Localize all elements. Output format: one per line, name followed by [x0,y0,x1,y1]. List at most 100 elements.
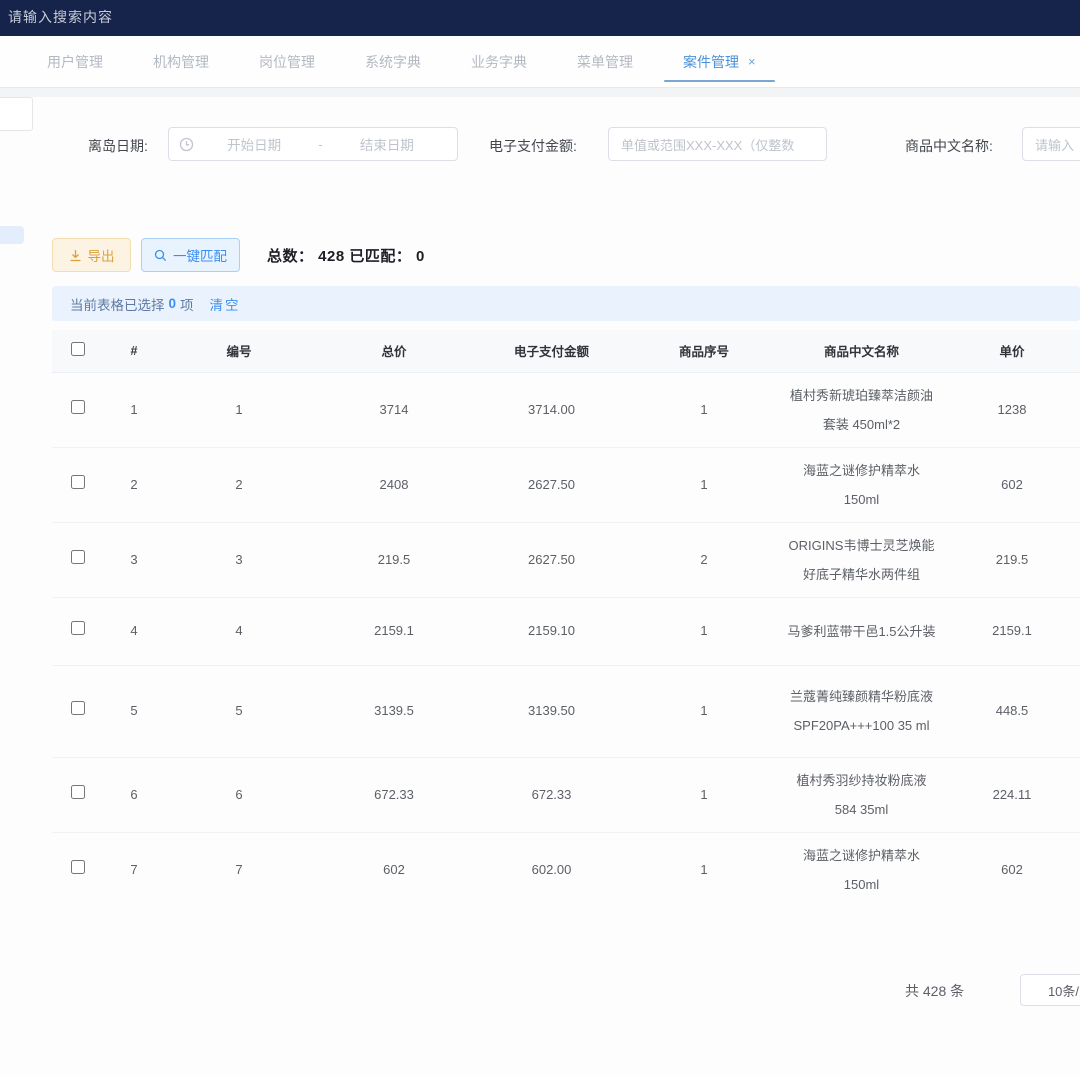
tab-label: 机构管理 [153,52,209,72]
tab-item[interactable]: 用户管理 [22,36,128,88]
cell-epay: 3139.50 [474,665,629,757]
cell-code: 1 [164,372,314,447]
epay-amount-input[interactable]: 单值或范围XXX-XXX（仅整数 [608,127,827,161]
tab-label: 案件管理 [683,52,739,72]
cell-code: 3 [164,522,314,597]
row-select-cell [52,522,104,597]
page-size-select[interactable]: 10条/页 [1020,974,1080,1006]
cell-code: 2 [164,447,314,522]
clock-icon [179,137,194,152]
select-all-checkbox[interactable] [71,342,85,356]
row-select-cell [52,447,104,522]
cell-total: 219.5 [314,522,474,597]
cell-unit: 2159.1 [944,597,1080,665]
tab-item[interactable]: 岗位管理 [234,36,340,88]
col-index: # [104,330,164,372]
cell-total: 672.33 [314,757,474,832]
col-product-seq: 商品序号 [629,330,779,372]
one-click-match-button[interactable]: 一键匹配 [141,238,240,272]
cell-seq: 1 [629,832,779,905]
col-product-name: 商品中文名称 [779,330,944,372]
cell-unit: 1238 [944,372,1080,447]
selection-prefix: 当前表格已选择 [70,294,165,314]
export-button-label: 导出 [88,245,115,265]
cell-unit: 448.5 [944,665,1080,757]
row-select-cell [52,832,104,905]
clear-selection-link[interactable]: 清空 [210,294,241,314]
cell-total: 3714 [314,372,474,447]
cell-total: 3139.5 [314,665,474,757]
cell-total: 602 [314,832,474,905]
table-row: 442159.12159.101马爹利蓝带干邑1.5公升装2159.1 [52,597,1080,665]
cell-code: 7 [164,832,314,905]
table-row: 66672.33672.331植村秀羽纱持妆粉底液 584 35ml224.11 [52,757,1080,832]
cell-seq: 1 [629,447,779,522]
pagination-total: 共 428 条 [905,981,964,1001]
row-checkbox[interactable] [71,785,85,799]
cell-epay: 672.33 [474,757,629,832]
tab-item[interactable]: 菜单管理 [552,36,658,88]
cell-name: 植村秀新琥珀臻萃洁颜油套装 450ml*2 [779,372,944,447]
table-row: 33219.52627.502ORIGINS韦博士灵芝焕能好底子精华水两件组21… [52,522,1080,597]
row-checkbox[interactable] [71,475,85,489]
cell-idx: 4 [104,597,164,665]
global-search-input[interactable]: 请输入搜索内容 [8,7,113,27]
epay-amount-label: 电子支付金额: [489,136,577,156]
export-button[interactable]: 导出 [52,238,131,272]
cell-idx: 3 [104,522,164,597]
selection-count: 0 [165,296,181,311]
tab-label: 岗位管理 [259,52,315,72]
cell-seq: 1 [629,757,779,832]
cell-name: 植村秀羽纱持妆粉底液 584 35ml [779,757,944,832]
tab-item[interactable]: 系统字典 [340,36,446,88]
clipped-button-fragment [0,226,24,244]
tab-close-icon[interactable]: × [748,55,756,68]
tab-item[interactable]: 案件管理 × [658,36,781,88]
table-row: 77602602.001海蓝之谜修护精萃水 150ml602 [52,832,1080,905]
date-range-picker[interactable]: 开始日期 - 结束日期 [168,127,458,161]
download-icon [69,249,82,262]
row-checkbox[interactable] [71,860,85,874]
cell-epay: 2627.50 [474,447,629,522]
cell-epay: 2627.50 [474,522,629,597]
end-date-input[interactable]: 结束日期 [327,134,447,154]
cell-unit: 224.11 [944,757,1080,832]
selection-suffix: 项 [180,294,194,314]
cell-unit: 602 [944,447,1080,522]
row-checkbox[interactable] [71,400,85,414]
table-row: 2224082627.501海蓝之谜修护精萃水 150ml602 [52,447,1080,522]
col-epay-amount: 电子支付金额 [474,330,629,372]
row-checkbox[interactable] [71,550,85,564]
tab-item[interactable]: 业务字典 [446,36,552,88]
cell-epay: 3714.00 [474,372,629,447]
cell-seq: 1 [629,372,779,447]
tab-label: 用户管理 [47,52,103,72]
row-select-cell [52,665,104,757]
cell-name: 海蓝之谜修护精萃水 150ml [779,447,944,522]
cell-seq: 1 [629,665,779,757]
depart-date-label: 离岛日期: [88,136,148,156]
row-select-cell [52,597,104,665]
table-header-row: # 编号 总价 电子支付金额 商品序号 商品中文名称 单价 [52,330,1080,372]
top-navbar: 请输入搜索内容 [0,0,1080,36]
cell-name: ORIGINS韦博士灵芝焕能好底子精华水两件组 [779,522,944,597]
row-checkbox[interactable] [71,701,85,715]
match-button-label: 一键匹配 [173,245,227,265]
cell-name: 海蓝之谜修护精萃水 150ml [779,832,944,905]
totals-text: 总数： 428 已匹配： 0 [267,245,425,266]
cell-seq: 2 [629,522,779,597]
date-range-separator: - [314,137,326,152]
select-all-header [52,330,104,372]
start-date-input[interactable]: 开始日期 [194,134,314,154]
row-checkbox[interactable] [71,621,85,635]
cell-epay: 2159.10 [474,597,629,665]
product-name-input[interactable]: 请输入 [1022,127,1080,161]
cell-total: 2408 [314,447,474,522]
tab-item[interactable]: 机构管理 [128,36,234,88]
cell-unit: 219.5 [944,522,1080,597]
cell-idx: 5 [104,665,164,757]
col-unit-price: 单价 [944,330,1080,372]
cell-idx: 2 [104,447,164,522]
cell-idx: 1 [104,372,164,447]
tab-bar: 用户管理 机构管理 岗位管理 系统字典业务字典菜单管理 案件管理 × [0,36,1080,88]
